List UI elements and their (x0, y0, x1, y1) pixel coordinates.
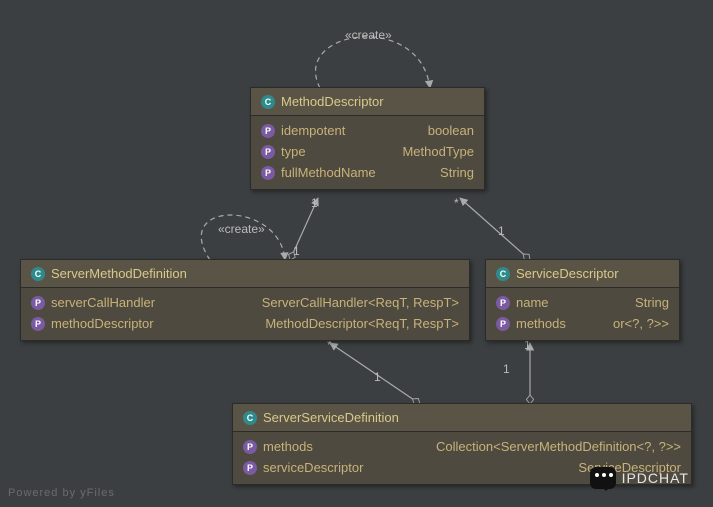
class-body: PserverCallHandler ServerCallHandler<Req… (21, 288, 469, 340)
property-row: PmethodDescriptor MethodDescriptor<ReqT,… (21, 313, 469, 334)
property-type: Collection<ServerMethodDefinition<?, ?>> (436, 439, 681, 454)
mult-sd-ssd-dst: 1 (503, 362, 510, 376)
edge-label-create-md: «create» (345, 28, 392, 42)
class-icon: C (496, 267, 510, 281)
class-icon: C (31, 267, 45, 281)
speech-bubble-icon (590, 467, 616, 489)
property-type: MethodDescriptor<ReqT, RespT> (265, 316, 459, 331)
class-title: C ServerServiceDefinition (233, 404, 691, 432)
mult-md-smd-src: 1 (311, 196, 318, 210)
property-row: Ptype MethodType (251, 141, 484, 162)
property-row: PserverCallHandler ServerCallHandler<Req… (21, 292, 469, 313)
property-icon: P (31, 296, 45, 310)
property-name: methods (263, 439, 313, 454)
property-row: Pname String (486, 292, 679, 313)
mult-md-smd-dst: 1 (293, 244, 300, 258)
class-title: C MethodDescriptor (251, 88, 484, 116)
property-icon: P (261, 166, 275, 180)
property-name: fullMethodName (281, 165, 376, 180)
property-type: String (635, 295, 669, 310)
property-name: methodDescriptor (51, 316, 154, 331)
property-type: or<?, ?>> (613, 316, 669, 331)
property-type: boolean (428, 123, 474, 138)
class-name: ServerServiceDefinition (263, 410, 399, 425)
class-body: Pname String Pmethods or<?, ?>> (486, 288, 679, 340)
class-service-descriptor: C ServiceDescriptor Pname String Pmethod… (485, 259, 680, 341)
property-row: Pidempotent boolean (251, 120, 484, 141)
property-name: idempotent (281, 123, 345, 138)
property-icon: P (261, 145, 275, 159)
class-icon: C (243, 411, 257, 425)
property-row: Pmethods or<?, ?>> (486, 313, 679, 334)
property-icon: P (496, 296, 510, 310)
class-name: MethodDescriptor (281, 94, 384, 109)
watermark-text: IPDCHAT (622, 470, 689, 486)
property-icon: P (496, 317, 510, 331)
property-icon: P (261, 124, 275, 138)
mult-smd-ssd-dst: 1 (374, 370, 381, 384)
edge-label-create-smd: «create» (218, 222, 265, 236)
class-title: C ServerMethodDefinition (21, 260, 469, 288)
property-icon: P (31, 317, 45, 331)
property-name: serverCallHandler (51, 295, 155, 310)
property-name: serviceDescriptor (263, 460, 363, 475)
class-icon: C (261, 95, 275, 109)
footer-credit: Powered by yFiles (8, 487, 115, 499)
class-server-method-definition: C ServerMethodDefinition PserverCallHand… (20, 259, 470, 341)
class-title: C ServiceDescriptor (486, 260, 679, 288)
mult-md-sd-src: * (454, 196, 459, 210)
class-body: Pidempotent boolean Ptype MethodType Pfu… (251, 116, 484, 189)
property-type: MethodType (402, 144, 474, 159)
property-name: type (281, 144, 306, 159)
property-name: name (516, 295, 549, 310)
class-method-descriptor: C MethodDescriptor Pidempotent boolean P… (250, 87, 485, 190)
property-type: ServerCallHandler<ReqT, RespT> (262, 295, 459, 310)
property-row: PfullMethodName String (251, 162, 484, 183)
property-name: methods (516, 316, 566, 331)
class-name: ServiceDescriptor (516, 266, 619, 281)
property-row: Pmethods Collection<ServerMethodDefiniti… (233, 436, 691, 457)
watermark: IPDCHAT (590, 467, 689, 489)
property-type: String (440, 165, 474, 180)
class-name: ServerMethodDefinition (51, 266, 187, 281)
mult-md-sd-dst: 1 (498, 224, 505, 238)
property-icon: P (243, 461, 257, 475)
property-icon: P (243, 440, 257, 454)
